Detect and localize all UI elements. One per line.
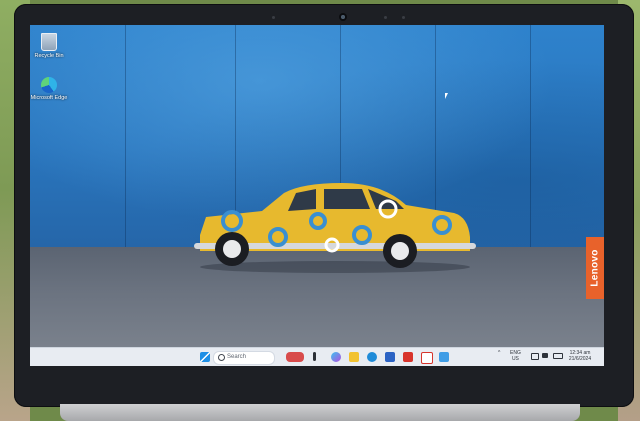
taskbar: Search ^ ENG US 12:34 am 21/6/2024: [30, 347, 604, 366]
sensor-dot: [272, 16, 275, 19]
recycle-bin-icon: [41, 33, 57, 51]
language-indicator[interactable]: ENG US: [510, 350, 521, 362]
wall-seam: [530, 25, 531, 247]
recycle-bin-shortcut[interactable]: Recycle Bin: [30, 33, 68, 59]
clock[interactable]: 12:34 am 21/6/2024: [565, 350, 595, 362]
language-bottom: US: [511, 356, 519, 362]
mouse-cursor-icon: [445, 93, 448, 99]
battery-icon[interactable]: [553, 353, 563, 359]
photos-icon[interactable]: [439, 352, 449, 362]
file-explorer-icon[interactable]: [349, 352, 359, 362]
start-button[interactable]: [200, 352, 210, 362]
webcam: [339, 13, 347, 21]
sensor-dot: [402, 16, 405, 19]
search-placeholder: Search: [227, 354, 247, 360]
sensor-dot: [384, 16, 387, 19]
clock-date: 21/6/2024: [568, 356, 592, 362]
search-icon: [218, 354, 225, 361]
wifi-icon[interactable]: [531, 353, 539, 360]
mcafee-icon[interactable]: [421, 352, 433, 364]
store-icon[interactable]: [385, 352, 395, 362]
taskbar-edge-icon[interactable]: [367, 352, 377, 362]
laptop-base: [60, 404, 580, 421]
search-box[interactable]: Search: [213, 351, 275, 365]
lenovo-brand-tab: Lenovo: [586, 237, 604, 299]
recycle-bin-label: Recycle Bin: [34, 53, 64, 59]
edge-label: Microsoft Edge: [30, 95, 68, 101]
wallpaper-car: [194, 183, 476, 273]
chevron-up-icon[interactable]: ^: [498, 350, 500, 356]
wall-seam: [125, 25, 126, 247]
app-red-icon[interactable]: [403, 352, 413, 362]
task-view-icon[interactable]: [313, 352, 316, 361]
copilot-icon[interactable]: [331, 352, 341, 362]
lenovo-label: Lenovo: [589, 249, 601, 287]
desktop-screen: Recycle Bin Microsoft Edge Lenovo Search…: [30, 25, 604, 366]
car-widget-icon[interactable]: [286, 352, 304, 362]
edge-shortcut[interactable]: Microsoft Edge: [30, 77, 68, 101]
speaker-icon[interactable]: [542, 353, 548, 358]
edge-icon: [41, 77, 57, 93]
